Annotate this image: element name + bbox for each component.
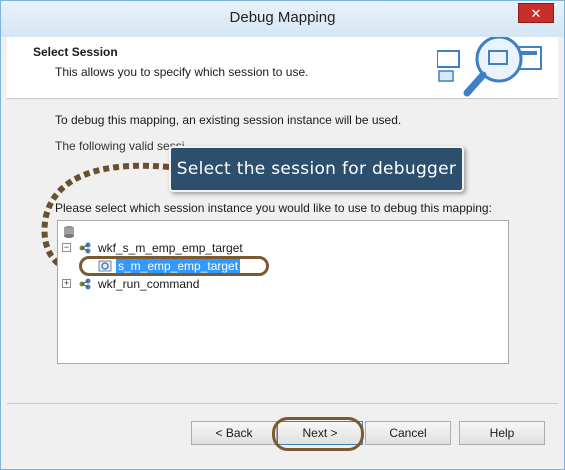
tree-item-label: wkf_s_m_emp_emp_target: [98, 241, 243, 255]
debug-mapping-dialog: Debug Mapping ✕ Select Session This allo…: [0, 0, 565, 470]
header-title: Select Session: [33, 45, 118, 59]
repository-icon: [64, 226, 74, 238]
wizard-header: Select Session This allows you to specif…: [7, 37, 558, 99]
footer-divider: [7, 403, 558, 404]
window-title: Debug Mapping: [229, 9, 336, 26]
collapse-toggle[interactable]: −: [62, 243, 71, 252]
back-button[interactable]: < Back: [191, 421, 277, 445]
help-button[interactable]: Help: [459, 421, 545, 445]
instruction-line: To debug this mapping, an existing sessi…: [55, 113, 402, 127]
workflow-icon: [79, 278, 91, 290]
valid-sessions-line: The following valid sessi: [55, 139, 185, 153]
tree-item-label: wkf_run_command: [98, 277, 200, 291]
magnifier-banner-icon: [437, 37, 542, 97]
debugger-callout: Select the session for debugger: [169, 146, 464, 192]
selection-prompt: Please select which session instance you…: [55, 201, 492, 215]
expand-toggle[interactable]: +: [62, 279, 71, 288]
workflow-icon: [79, 242, 91, 254]
selection-highlight-oval: [79, 256, 269, 276]
title-bar: Debug Mapping ✕: [1, 1, 564, 37]
header-description: This allows you to specify which session…: [55, 65, 309, 79]
close-button[interactable]: ✕: [518, 3, 554, 23]
cancel-button[interactable]: Cancel: [365, 421, 451, 445]
session-tree[interactable]: − wkf_s_m_emp_emp_target s_m_emp_emp_tar…: [57, 220, 509, 364]
next-highlight-oval: [272, 417, 364, 451]
